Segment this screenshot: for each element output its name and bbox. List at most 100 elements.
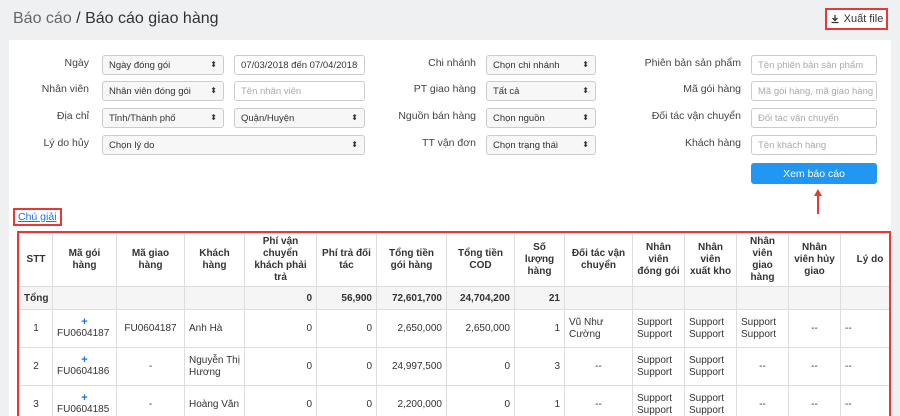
date-type-select[interactable]: Ngày đóng gói ⬍ [102, 55, 224, 75]
district-select[interactable]: Quận/Huyện ⬍ [234, 108, 365, 128]
partner-fee-cell: 0 [316, 385, 377, 416]
deliverer-cell: -- [736, 385, 789, 416]
canceller-cell: -- [788, 347, 841, 386]
package-amount-cell: 2,200,000 [376, 385, 447, 416]
cancel-reason-select[interactable]: Chọn lý do ⬍ [102, 135, 365, 155]
total-partner-fee: 56,900 [316, 286, 377, 310]
sort-arrows-icon: ⬍ [582, 60, 589, 69]
sales-source-select[interactable]: Chọn nguồn ⬍ [486, 108, 596, 128]
row-index: 1 [19, 309, 53, 348]
cod-cell: 2,650,000 [446, 309, 515, 348]
delivery-code-cell: - [116, 385, 185, 416]
sort-arrows-icon: ⬍ [210, 60, 217, 69]
expand-plus-icon[interactable]: + [57, 317, 112, 328]
reason-cell: -- [840, 309, 889, 348]
shipping-fee-cell: 0 [244, 347, 317, 386]
branch-select[interactable]: Chọn chi nhánh ⬍ [486, 55, 596, 75]
report-panel: Ngày Ngày đóng gói ⬍ 07/03/2018 đến 07/04… [9, 40, 891, 416]
delivery-code-cell: - [116, 347, 185, 386]
row-index: 3 [19, 385, 53, 416]
column-header: Đối tác vận chuyển [564, 233, 633, 287]
table-total-row: Tổng 0 56,900 72,601,700 24,704,200 21 [19, 286, 889, 310]
column-header: Số lượng hàng [514, 233, 565, 287]
package-code-input[interactable]: Mã gói hàng, mã giao hàng [751, 81, 877, 101]
employee-name-input[interactable]: Tên nhân viên [234, 81, 365, 101]
carrier-input[interactable]: Đối tác vận chuyển [751, 108, 877, 128]
export-file-label: Xuất file [843, 13, 884, 25]
table-row: 2 + FU0604186 - Nguyễn Thị Hương 0 0 24,9… [19, 347, 889, 386]
partner-fee-cell: 0 [316, 309, 377, 348]
sort-arrows-icon: ⬍ [210, 113, 217, 122]
carrier-cell: Vũ Như Cường [564, 309, 633, 348]
total-cod: 24,704,200 [446, 286, 515, 310]
column-header: Nhân viên hủy giao [788, 233, 841, 287]
column-header: STT [19, 233, 53, 287]
province-select[interactable]: Tỉnh/Thành phố ⬍ [102, 108, 224, 128]
column-header: Phí trả đối tác [316, 233, 377, 287]
cancel-reason-label: Lý do hủy [43, 137, 89, 149]
table-header-row: STT Mã gói hàng Mã giao hàng Khách hàng … [19, 233, 889, 287]
package-code-label: Mã gói hàng [683, 83, 741, 95]
province-value: Tỉnh/Thành phố [109, 112, 176, 124]
shipping-fee-cell: 0 [244, 309, 317, 348]
date-range-input[interactable]: 07/03/2018 đến 07/04/2018 [234, 55, 365, 75]
column-header: Nhân viên giao hàng [736, 233, 789, 287]
package-code-cell: + FU0604185 [52, 385, 117, 416]
shipping-fee-cell: 0 [244, 385, 317, 416]
exporter-cell: Support Support [684, 309, 737, 348]
page-header: Báo cáo / Báo cáo giao hàng Xuất file [0, 0, 900, 40]
branch-value: Chọn chi nhánh [493, 59, 560, 71]
sales-source-label: Nguồn bán hàng [398, 110, 476, 122]
customer-input[interactable]: Tên khách hàng [751, 135, 877, 155]
breadcrumb-parent[interactable]: Báo cáo [13, 10, 72, 27]
table-row: 1 + FU0604187 FU0604187 Anh Hà 0 0 2,650,… [19, 309, 889, 348]
view-report-button[interactable]: Xem báo cáo [751, 163, 877, 184]
delivery-code-cell: FU0604187 [116, 309, 185, 348]
date-label: Ngày [64, 57, 89, 69]
delivery-method-value: Tất cả [493, 85, 520, 97]
column-header: Mã gói hàng [52, 233, 117, 287]
customer-cell: Hoàng Văn [184, 385, 245, 416]
customer-cell: Anh Hà [184, 309, 245, 348]
total-package-amount: 72,601,700 [376, 286, 447, 310]
district-value: Quận/Huyện [241, 112, 295, 124]
canceller-cell: -- [788, 385, 841, 416]
cod-cell: 0 [446, 385, 515, 416]
customer-label: Khách hàng [684, 137, 741, 149]
waybill-status-value: Chọn trạng thái [493, 139, 558, 151]
legend-link[interactable]: Chú giải [13, 208, 62, 226]
expand-plus-icon[interactable]: + [57, 393, 112, 404]
total-shipping-fee: 0 [244, 286, 317, 310]
waybill-status-label: TT vận đơn [422, 137, 476, 149]
address-label: Địa chỉ [56, 110, 89, 122]
waybill-status-select[interactable]: Chọn trạng thái ⬍ [486, 135, 596, 155]
exporter-cell: Support Support [684, 385, 737, 416]
delivery-method-select[interactable]: Tất cả ⬍ [486, 81, 596, 101]
total-label: Tổng [19, 286, 53, 310]
expand-plus-icon[interactable]: + [57, 355, 112, 366]
export-file-button[interactable]: Xuất file [825, 8, 888, 30]
column-header: Tổng tiền gói hàng [376, 233, 447, 287]
sort-arrows-icon: ⬍ [351, 113, 358, 122]
column-header: Nhân viên xuất kho [684, 233, 737, 287]
package-code[interactable]: FU0604187 [57, 328, 109, 339]
download-icon [831, 15, 839, 24]
product-variant-label: Phiên bản sản phẩm [644, 57, 741, 69]
report-table: STT Mã gói hàng Mã giao hàng Khách hàng … [19, 233, 889, 416]
canceller-cell: -- [788, 309, 841, 348]
column-header: Lý do [840, 233, 889, 287]
delivery-method-label: PT giao hàng [413, 83, 476, 95]
quantity-cell: 1 [514, 385, 565, 416]
reason-cell: -- [840, 347, 889, 386]
deliverer-cell: -- [736, 347, 789, 386]
table-row: 3 + FU0604185 - Hoàng Văn 0 0 2,200,000 0… [19, 385, 889, 416]
package-code[interactable]: FU0604185 [57, 404, 109, 415]
column-header: Nhân viên đóng gói [632, 233, 685, 287]
product-variant-input[interactable]: Tên phiên bản sản phẩm [751, 55, 877, 75]
packer-cell: Support Support [632, 385, 685, 416]
employee-type-select[interactable]: Nhân viên đóng gói ⬍ [102, 81, 224, 101]
package-code[interactable]: FU0604186 [57, 366, 109, 377]
breadcrumb-separator: / [71, 10, 86, 27]
sort-arrows-icon: ⬍ [351, 140, 358, 149]
cod-cell: 0 [446, 347, 515, 386]
